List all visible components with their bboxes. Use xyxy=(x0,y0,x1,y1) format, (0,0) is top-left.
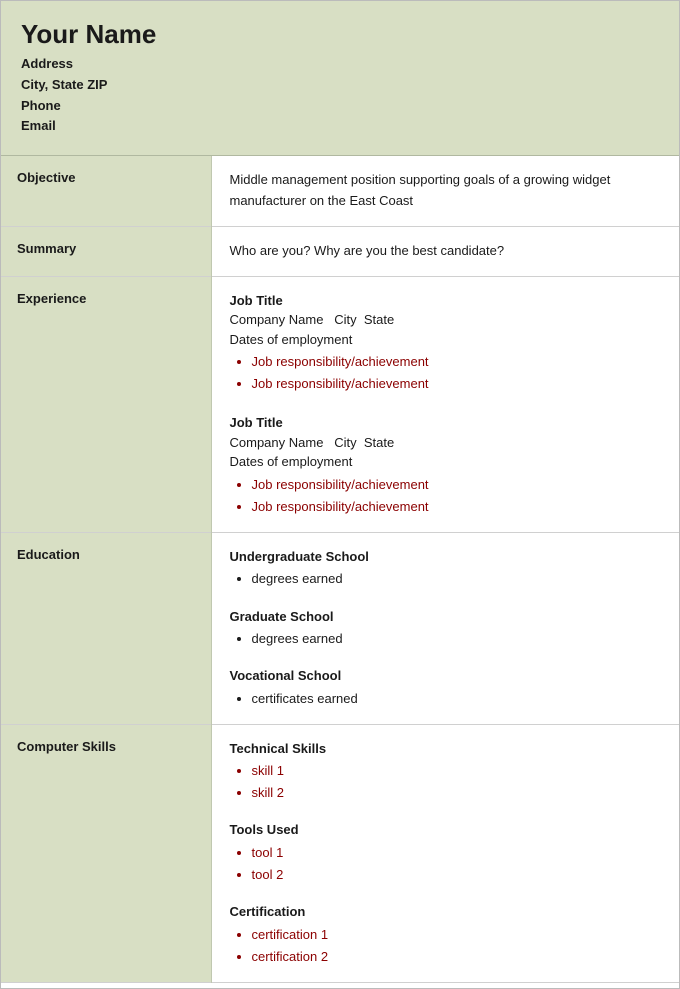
skills-block-tools: Tools Used tool 1 tool 2 xyxy=(230,820,662,886)
summary-label: Summary xyxy=(1,226,211,276)
objective-text: Middle management position supporting go… xyxy=(230,170,662,212)
certification-1: certification 1 xyxy=(252,924,662,946)
experience-content: Job Title Company Name City State Dates … xyxy=(211,276,679,532)
job-dates-2: Dates of employment xyxy=(230,452,662,472)
computer-skills-content: Technical Skills skill 1 skill 2 Tools U… xyxy=(211,724,679,982)
summary-row: Summary Who are you? Why are you the bes… xyxy=(1,226,679,276)
job-title-1: Job Title xyxy=(230,291,662,311)
header-phone: Phone xyxy=(21,96,659,117)
edu-title-graduate: Graduate School xyxy=(230,607,662,627)
skills-block-technical: Technical Skills skill 1 skill 2 xyxy=(230,739,662,805)
job-company-1: Company Name City State xyxy=(230,310,662,330)
edu-certificate-vocational: certificates earned xyxy=(252,688,662,710)
summary-text: Who are you? Why are you the best candid… xyxy=(230,241,662,262)
header-city-state-zip: City, State ZIP xyxy=(21,75,659,96)
skills-title-technical: Technical Skills xyxy=(230,739,662,759)
skill-2: skill 2 xyxy=(252,782,662,804)
objective-row: Objective Middle management position sup… xyxy=(1,156,679,226)
resume-table: Objective Middle management position sup… xyxy=(1,156,679,983)
tool-2: tool 2 xyxy=(252,864,662,886)
job-responsibility-1-2: Job responsibility/achievement xyxy=(252,373,662,395)
header-section: Your Name Address City, State ZIP Phone … xyxy=(1,1,679,156)
edu-list-undergraduate: degrees earned xyxy=(252,568,662,590)
edu-title-undergraduate: Undergraduate School xyxy=(230,547,662,567)
skills-block-certification: Certification certification 1 certificat… xyxy=(230,902,662,968)
skills-list-certification: certification 1 certification 2 xyxy=(252,924,662,968)
job-responsibility-1-1: Job responsibility/achievement xyxy=(252,351,662,373)
skills-title-certification: Certification xyxy=(230,902,662,922)
education-content: Undergraduate School degrees earned Grad… xyxy=(211,532,679,724)
header-email: Email xyxy=(21,116,659,137)
edu-block-vocational: Vocational School certificates earned xyxy=(230,666,662,710)
edu-block-undergraduate: Undergraduate School degrees earned xyxy=(230,547,662,591)
header-name: Your Name xyxy=(21,19,659,50)
experience-row: Experience Job Title Company Name City S… xyxy=(1,276,679,532)
edu-list-graduate: degrees earned xyxy=(252,628,662,650)
job-responsibility-2-2: Job responsibility/achievement xyxy=(252,496,662,518)
computer-skills-label: Computer Skills xyxy=(1,724,211,982)
certification-2: certification 2 xyxy=(252,946,662,968)
edu-list-vocational: certificates earned xyxy=(252,688,662,710)
experience-label: Experience xyxy=(1,276,211,532)
objective-label: Objective xyxy=(1,156,211,226)
skills-title-tools: Tools Used xyxy=(230,820,662,840)
job-list-2: Job responsibility/achievement Job respo… xyxy=(252,474,662,518)
skill-1: skill 1 xyxy=(252,760,662,782)
job-list-1: Job responsibility/achievement Job respo… xyxy=(252,351,662,395)
job-block-2: Job Title Company Name City State Dates … xyxy=(230,413,662,518)
edu-degree-graduate: degrees earned xyxy=(252,628,662,650)
job-responsibility-2-1: Job responsibility/achievement xyxy=(252,474,662,496)
resume-page: Your Name Address City, State ZIP Phone … xyxy=(0,0,680,989)
tool-1: tool 1 xyxy=(252,842,662,864)
header-address: Address xyxy=(21,54,659,75)
job-dates-1: Dates of employment xyxy=(230,330,662,350)
skills-list-technical: skill 1 skill 2 xyxy=(252,760,662,804)
education-row: Education Undergraduate School degrees e… xyxy=(1,532,679,724)
computer-skills-row: Computer Skills Technical Skills skill 1… xyxy=(1,724,679,982)
objective-content: Middle management position supporting go… xyxy=(211,156,679,226)
edu-title-vocational: Vocational School xyxy=(230,666,662,686)
job-block-1: Job Title Company Name City State Dates … xyxy=(230,291,662,396)
edu-block-graduate: Graduate School degrees earned xyxy=(230,607,662,651)
job-title-2: Job Title xyxy=(230,413,662,433)
job-company-2: Company Name City State xyxy=(230,433,662,453)
edu-degree-undergraduate: degrees earned xyxy=(252,568,662,590)
summary-content: Who are you? Why are you the best candid… xyxy=(211,226,679,276)
education-label: Education xyxy=(1,532,211,724)
skills-list-tools: tool 1 tool 2 xyxy=(252,842,662,886)
